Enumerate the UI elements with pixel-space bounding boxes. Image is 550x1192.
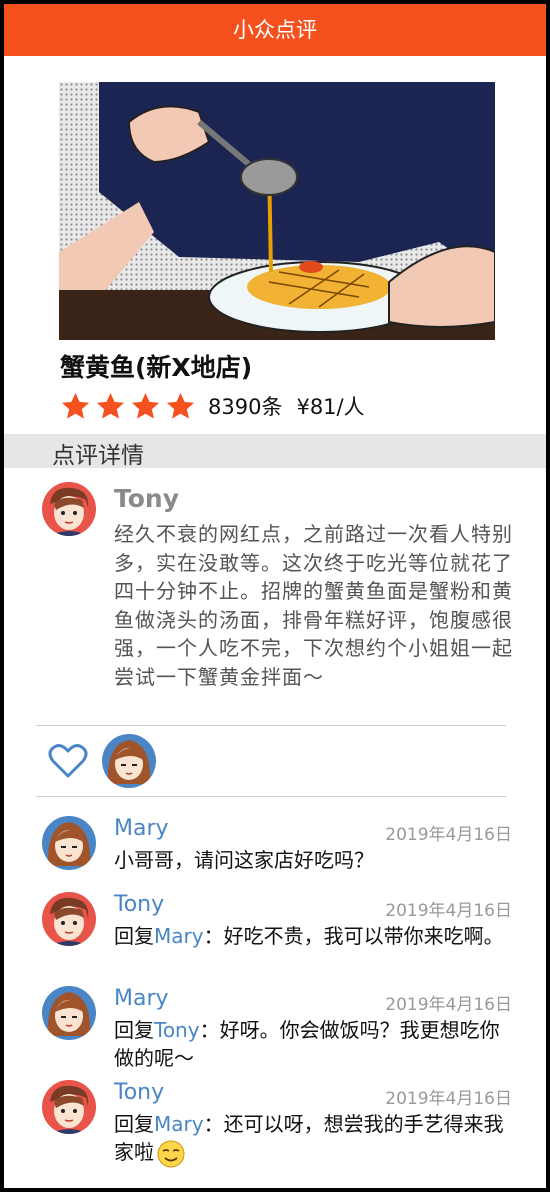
review-text: 经久不衰的网红点，之前路过一次看人特别多，实在没敢等。这次终于吃光等位就花了四十…: [114, 522, 513, 689]
star-icon: [61, 392, 90, 419]
main-review: Tony 经久不衰的网红点，之前路过一次看人特别多，实在没敢等。这次终于吃光等位…: [42, 482, 512, 689]
reply-to-link[interactable]: Tony: [154, 1018, 200, 1042]
section-title: 点评详情: [52, 443, 144, 469]
review-count: 8390条: [208, 395, 283, 419]
like-row: [48, 732, 156, 790]
smirk-emoji-icon: [157, 1140, 185, 1167]
comment-item: Mary 2019年4月16日 小哥哥，请问这家店好吃吗？: [42, 816, 512, 886]
avatar-tony[interactable]: [42, 892, 96, 946]
comment-text: 回复Tony：好呀。你会做饭吗？我更想吃你做的呢～: [114, 1016, 512, 1072]
comment-author[interactable]: Mary: [114, 816, 169, 841]
app-title: 小众点评: [233, 18, 317, 42]
reply-to-link[interactable]: Mary: [154, 924, 204, 948]
avatar-mary[interactable]: [42, 986, 96, 1040]
comment-date: 2019年4月16日: [385, 825, 512, 845]
divider: [36, 725, 506, 726]
liker-avatar-mary[interactable]: [102, 734, 156, 788]
avatar-tony[interactable]: [42, 482, 96, 536]
comment-item: Mary 2019年4月16日 回复Tony：好呀。你会做饭吗？我更想吃你做的呢…: [42, 986, 512, 1076]
comment-item: Tony 2019年4月16日 回复Mary：好吃不贵，我可以带你来吃啊。: [42, 892, 512, 982]
shop-rating-row: 8390条 ¥81/人: [60, 388, 379, 424]
star-rating: [60, 391, 196, 422]
shop-name: 蟹黄鱼(新X地店): [60, 353, 253, 382]
avatar-mary[interactable]: [42, 816, 96, 870]
comment-author[interactable]: Tony: [114, 892, 164, 917]
app-title-bar: 小众点评: [4, 4, 546, 56]
comment-body: 小哥哥，请问这家店好吃吗？: [114, 848, 374, 872]
comment-text: 回复Mary：好吃不贵，我可以带你来吃啊。: [114, 922, 512, 950]
shop-meta: 8390条 ¥81/人: [208, 391, 379, 421]
reply-prefix: 回复: [114, 1112, 154, 1136]
star-icon: [96, 392, 125, 419]
review-section-header: 点评详情: [4, 434, 546, 469]
comment-text: 小哥哥，请问这家店好吃吗？: [114, 846, 512, 874]
shop-hero-image[interactable]: [59, 82, 495, 340]
star-icon: [166, 392, 195, 419]
price-per-person: ¥81/人: [296, 395, 365, 419]
comment-date: 2019年4月16日: [385, 1089, 512, 1109]
comment-date: 2019年4月16日: [385, 901, 512, 921]
comment-date: 2019年4月16日: [385, 995, 512, 1015]
app-frame: 小众点评 蟹黄鱼(新X地店) 8390条 ¥81/人 点评详情 Tony 经久不…: [4, 4, 546, 1188]
reply-prefix: 回复: [114, 924, 154, 948]
review-author[interactable]: Tony: [114, 484, 179, 513]
avatar-tony[interactable]: [42, 1080, 96, 1134]
comment-body: ：好吃不贵，我可以带你来吃啊。: [203, 924, 504, 948]
heart-icon[interactable]: [48, 743, 88, 779]
star-icon: [131, 392, 160, 419]
reply-prefix: 回复: [114, 1018, 154, 1042]
comment-item: Tony 2019年4月16日 回复Mary：还可以呀，想尝我的手艺得来我家啦: [42, 1080, 512, 1180]
divider: [36, 796, 506, 797]
comment-author[interactable]: Tony: [114, 1080, 164, 1105]
reply-to-link[interactable]: Mary: [154, 1112, 204, 1136]
comment-author[interactable]: Mary: [114, 986, 169, 1011]
comment-text: 回复Mary：还可以呀，想尝我的手艺得来我家啦: [114, 1110, 512, 1169]
